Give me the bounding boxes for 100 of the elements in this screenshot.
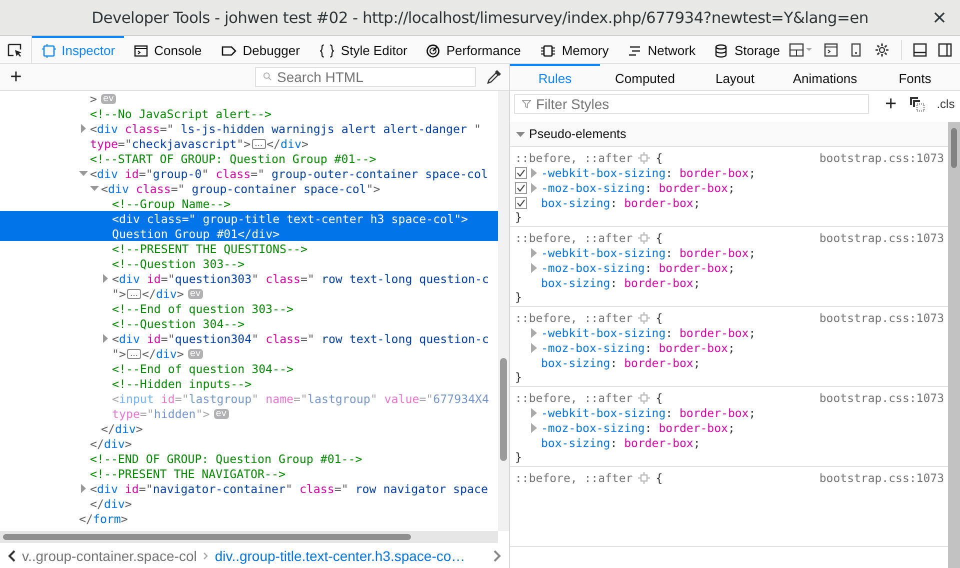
- toolbar-tab[interactable]: Network: [618, 36, 704, 63]
- add-node-button[interactable]: +: [0, 67, 32, 87]
- chevron-left-icon[interactable]: [8, 550, 16, 562]
- collapsed-arrow-icon[interactable]: [531, 342, 538, 352]
- element-highlighter-icon[interactable]: [638, 152, 650, 164]
- collapsed-content-button[interactable]: …: [126, 288, 141, 298]
- element-picker-icon[interactable]: [7, 42, 24, 58]
- classes-button[interactable]: .cls: [936, 96, 955, 110]
- markup-code: >: [90, 92, 97, 106]
- markup-code: </div>: [90, 436, 132, 450]
- chevron-right-icon[interactable]: [493, 550, 501, 562]
- selected-markup-row[interactable]: Question Group #01</div>: [0, 226, 498, 241]
- collapsed-arrow-icon[interactable]: [531, 422, 538, 432]
- tag-shape-icon: [220, 44, 237, 58]
- element-highlighter-icon[interactable]: [638, 392, 650, 404]
- layout-menu-icon[interactable]: [789, 42, 813, 56]
- collapsed-arrow-icon[interactable]: [79, 484, 88, 493]
- css-declaration: -webkit-box-sizing: border-box;: [541, 166, 756, 180]
- css-declaration: -moz-box-sizing: border-box;: [541, 180, 735, 194]
- collapsed-arrow-icon[interactable]: [531, 328, 538, 338]
- markup-code: <div class=" group-title text-center h3 space-col">: [112, 212, 468, 226]
- collapsed-content-button[interactable]: …: [252, 138, 266, 148]
- filter-field[interactable]: Filter Styles: [514, 94, 869, 114]
- markup-code: </div>: [142, 286, 184, 300]
- element-highlighter-icon[interactable]: [638, 232, 650, 244]
- database-icon: [714, 44, 728, 58]
- markup-code: </form>: [79, 512, 128, 526]
- rule-selector: ::before, ::after: [515, 230, 633, 244]
- search-icon: [263, 72, 272, 81]
- markup-code: Question Group #01</div>: [112, 226, 280, 240]
- dock-bottom-icon[interactable]: [913, 42, 927, 56]
- element-highlighter-icon[interactable]: [638, 472, 650, 484]
- expanded-arrow-icon[interactable]: [79, 169, 88, 178]
- checkbox[interactable]: [515, 182, 527, 194]
- rule-selector: ::before, ::after: [515, 470, 633, 484]
- braces-icon: [318, 44, 335, 58]
- markup-code: <!--END OF GROUP: Question Group #01-->: [90, 452, 362, 466]
- collapsed-arrow-icon[interactable]: [101, 334, 110, 343]
- scrollbar[interactable]: [948, 122, 960, 568]
- scrollbar[interactable]: [0, 531, 498, 543]
- toolbar-tab[interactable]: Performance: [416, 36, 530, 63]
- css-declaration: box-sizing: border-box;: [541, 436, 700, 450]
- phone-icon[interactable]: [849, 42, 863, 56]
- settings-icon[interactable]: [874, 42, 890, 58]
- breadcrumb[interactable]: div..group-title.text-center.h3.space-co…: [214, 548, 466, 564]
- collapsed-arrow-icon[interactable]: [101, 274, 110, 283]
- breadcrumb[interactable]: v..group-container.space-col: [22, 548, 197, 564]
- collapsed-arrow-icon[interactable]: [79, 124, 88, 133]
- close-brace: }: [515, 290, 522, 304]
- scrollbar[interactable]: [498, 91, 509, 531]
- add-rule-button[interactable]: +: [885, 94, 897, 114]
- checkbox[interactable]: [515, 166, 527, 178]
- markup-code: type="checkjavascript">: [90, 136, 251, 150]
- toolbar-tab[interactable]: Debugger: [210, 36, 309, 63]
- expanded-arrow-icon[interactable]: [90, 184, 99, 193]
- toolbar-tab[interactable]: Console: [124, 36, 211, 63]
- source-link[interactable]: bootstrap.css:1073: [819, 390, 944, 404]
- console-icon[interactable]: [824, 42, 838, 56]
- collapsed-arrow-icon[interactable]: [531, 168, 538, 178]
- dock-side-icon[interactable]: [938, 42, 952, 56]
- markup-code: </div>: [142, 346, 184, 360]
- source-link[interactable]: bootstrap.css:1073: [819, 150, 944, 164]
- filter-icon: [522, 98, 531, 108]
- sidebar-tab[interactable]: Computed: [600, 64, 690, 90]
- rule-selector: ::before, ::after: [515, 150, 633, 164]
- source-link[interactable]: bootstrap.css:1073: [819, 230, 944, 244]
- pseudo-class-toggle-icon[interactable]: [908, 96, 925, 112]
- eyedropper-icon[interactable]: [486, 69, 502, 85]
- section-header[interactable]: Pseudo-elements: [510, 122, 948, 147]
- element-highlighter-icon[interactable]: [638, 312, 650, 324]
- selected-markup-row[interactable]: <div class=" group-title text-center h3 space-col">: [0, 211, 498, 226]
- close-icon[interactable]: [934, 12, 945, 23]
- sidebar-tab[interactable]: Fonts: [870, 64, 960, 90]
- source-link[interactable]: bootstrap.css:1073: [819, 470, 944, 484]
- toolbar-tab[interactable]: Memory: [530, 36, 618, 63]
- markup-code: <input id="lastgroup" name="lastgroup" value="677934X4: [112, 392, 490, 406]
- collapsed-arrow-icon[interactable]: [531, 182, 538, 192]
- collapsed-arrow-icon[interactable]: [531, 262, 538, 272]
- search-field[interactable]: Search HTML: [255, 67, 476, 87]
- markup-code: <!--Question 303-->: [112, 256, 245, 270]
- css-declaration: -webkit-box-sizing: border-box;: [541, 246, 756, 260]
- checkbox[interactable]: [515, 196, 527, 208]
- collapsed-arrow-icon[interactable]: [531, 408, 538, 418]
- collapsed-content-button[interactable]: …: [126, 348, 141, 358]
- rule-selector: ::before, ::after: [515, 390, 633, 404]
- css-declaration: -moz-box-sizing: border-box;: [541, 420, 735, 434]
- toolbar-tab[interactable]: Style Editor: [308, 36, 416, 63]
- source-link[interactable]: bootstrap.css:1073: [819, 310, 944, 324]
- css-declaration: -moz-box-sizing: border-box;: [541, 340, 735, 354]
- collapsed-arrow-icon[interactable]: [531, 248, 538, 258]
- sidebar-tab[interactable]: Animations: [780, 64, 870, 90]
- open-brace: {: [656, 150, 663, 164]
- rule-selector: ::before, ::after: [515, 310, 633, 324]
- sidebar-tab[interactable]: Layout: [690, 64, 780, 90]
- lines-icon: [628, 44, 642, 58]
- markup-code: <div id="group-0" class=" group-outer-container space-col: [90, 166, 488, 180]
- markup-code: <!--End of question 304-->: [112, 362, 294, 376]
- css-declaration: box-sizing: border-box;: [541, 356, 700, 370]
- toolbar-tab[interactable]: Storage: [704, 36, 789, 63]
- chevron-right-icon: [202, 552, 209, 560]
